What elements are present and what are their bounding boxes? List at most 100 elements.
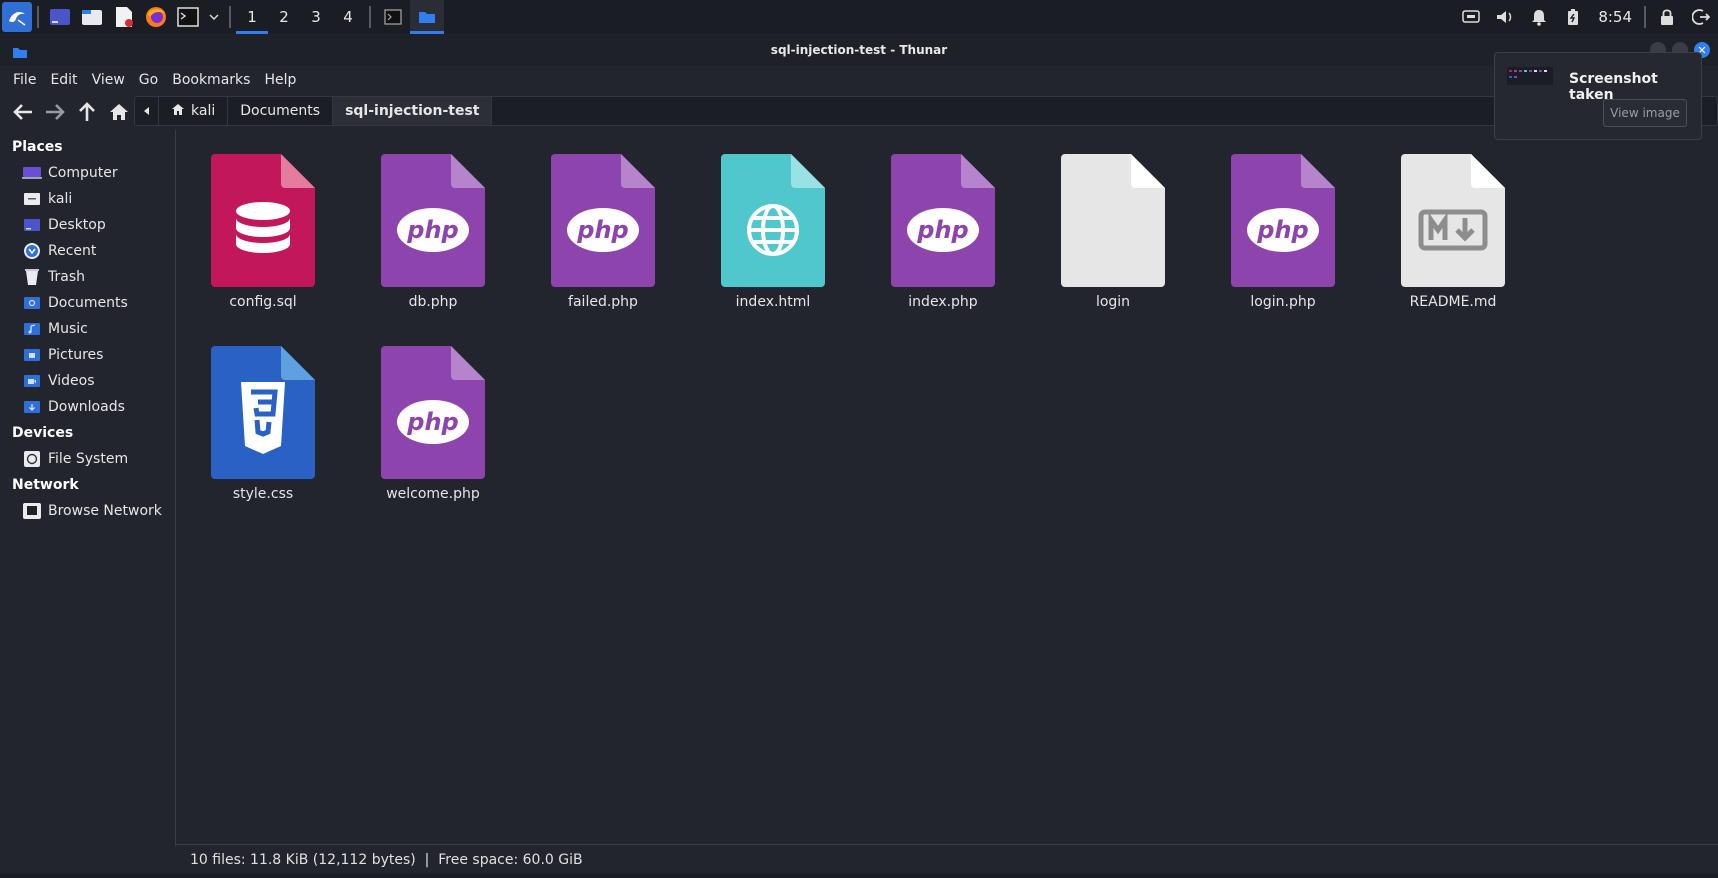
lock-icon[interactable] [1650, 0, 1684, 34]
desktop-folder-icon [22, 217, 42, 233]
up-button[interactable] [72, 97, 102, 127]
menu-edit[interactable]: Edit [43, 72, 84, 88]
svg-text:php: php [406, 408, 458, 436]
file-name: index.php [908, 294, 978, 310]
text-editor-icon[interactable] [111, 4, 137, 30]
forward-button[interactable] [40, 97, 70, 127]
svg-text:php: php [406, 216, 458, 244]
window-title: sql-injection-test - Thunar [770, 43, 948, 57]
menu-view[interactable]: View [85, 72, 132, 88]
back-button[interactable] [8, 97, 38, 127]
file-item-index-php[interactable]: php index.php [863, 130, 1023, 310]
folder-icon [12, 44, 28, 63]
terminal-icon[interactable] [175, 4, 201, 30]
battery-icon[interactable] [1556, 0, 1590, 34]
file-item-config-sql[interactable]: config.sql [183, 130, 343, 310]
sidebar-item-documents[interactable]: Documents [0, 290, 175, 316]
taskbar-thunar[interactable] [410, 0, 444, 34]
trash-icon [22, 269, 42, 285]
sidebar-item-label: Pictures [48, 347, 104, 363]
sidebar-item-kali[interactable]: kali [0, 186, 175, 212]
firefox-icon[interactable] [143, 4, 169, 30]
crumb-sql-injection-test[interactable]: sql-injection-test [333, 97, 493, 125]
notifications-icon[interactable] [1522, 0, 1556, 34]
kali-menu-icon[interactable] [2, 2, 32, 32]
sidebar-item-label: Trash [48, 269, 85, 285]
home-folder-icon [22, 191, 42, 207]
php-file-icon: php [891, 154, 995, 287]
sidebar-item-label: File System [48, 451, 129, 467]
volume-icon[interactable] [1488, 0, 1522, 34]
menu-bookmarks[interactable]: Bookmarks [165, 72, 257, 88]
file-item-failed-php[interactable]: php failed.php [523, 130, 683, 310]
sidebar-item-desktop[interactable]: Desktop [0, 212, 175, 238]
taskbar-terminal[interactable] [376, 0, 410, 34]
file-name: config.sql [229, 294, 297, 310]
display-icon[interactable] [1454, 0, 1488, 34]
menu-go[interactable]: Go [132, 72, 165, 88]
sidebar-item-label: kali [48, 191, 73, 207]
show-desktop-icon[interactable] [47, 4, 73, 30]
file-grid: config.sql php db.php php failed.php ind… [176, 130, 1718, 842]
documents-folder-icon [22, 295, 42, 311]
sidebar-item-downloads[interactable]: Downloads [0, 394, 175, 420]
svg-text:php: php [916, 216, 968, 244]
file-name: failed.php [568, 294, 638, 310]
sidebar-item-label: Recent [48, 243, 97, 259]
menu-file[interactable]: File [6, 72, 43, 88]
sidebar-item-label: Browse Network [48, 503, 162, 519]
file-item-style-css[interactable]: style.css [183, 322, 343, 502]
file-item-index-html[interactable]: index.html [693, 130, 853, 310]
places-heading: Places [12, 139, 63, 155]
file-item-login[interactable]: login [1033, 130, 1193, 310]
crumb-label: kali [191, 103, 216, 119]
toolbar: kali Documents sql-injection-test [0, 94, 1718, 130]
home-icon [171, 103, 185, 120]
window-bottom-edge [0, 874, 1718, 878]
sidebar-item-videos[interactable]: Videos [0, 368, 175, 394]
file-item-welcome-php[interactable]: php welcome.php [353, 322, 513, 502]
sidebar-item-label: Downloads [48, 399, 125, 415]
crumb-kali[interactable]: kali [159, 97, 229, 125]
window-titlebar[interactable]: sql-injection-test - Thunar ✕ [0, 34, 1718, 66]
view-image-button[interactable]: View image [1603, 99, 1687, 127]
videos-folder-icon [22, 373, 42, 389]
file-name: login.php [1250, 294, 1316, 310]
screenshot-notification[interactable]: Screenshot taken View image [1494, 52, 1702, 140]
file-item-readme-md[interactable]: README.md [1373, 130, 1533, 310]
logout-icon[interactable] [1684, 0, 1718, 34]
home-button[interactable] [104, 97, 134, 127]
panel-separator [37, 6, 39, 28]
sidebar-item-pictures[interactable]: Pictures [0, 342, 175, 368]
clock[interactable]: 8:54 [1590, 8, 1640, 26]
sidebar-item-label: Videos [48, 373, 95, 389]
workspace-2[interactable]: 2 [268, 0, 300, 34]
network-heading: Network [12, 477, 79, 493]
chevron-down-icon[interactable] [207, 4, 221, 30]
workspace-3[interactable]: 3 [300, 0, 332, 34]
svg-text:php: php [576, 216, 628, 244]
pictures-folder-icon [22, 347, 42, 363]
html-file-icon [721, 154, 825, 287]
css-file-icon [211, 346, 315, 479]
sidebar-item-recent[interactable]: Recent [0, 238, 175, 264]
sidebar-item-music[interactable]: Music [0, 316, 175, 342]
drive-icon [22, 451, 42, 467]
file-item-db-php[interactable]: php db.php [353, 130, 513, 310]
top-panel: 1 2 3 4 8:54 [0, 0, 1718, 34]
file-item-login-php[interactable]: php login.php [1203, 130, 1363, 310]
workspace-4[interactable]: 4 [332, 0, 364, 34]
php-file-icon: php [551, 154, 655, 287]
sidebar-item-computer[interactable]: Computer [0, 160, 175, 186]
sidebar-item-file-system[interactable]: File System [0, 446, 175, 472]
downloads-folder-icon [22, 399, 42, 415]
php-file-icon: php [381, 154, 485, 287]
workspace-1[interactable]: 1 [236, 0, 268, 34]
file-name: db.php [408, 294, 458, 310]
sidebar-item-trash[interactable]: Trash [0, 264, 175, 290]
file-manager-icon[interactable] [79, 4, 105, 30]
sidebar-item-browse-network[interactable]: Browse Network [0, 498, 175, 524]
crumb-documents[interactable]: Documents [228, 97, 334, 125]
menu-help[interactable]: Help [257, 72, 303, 88]
chevron-left-icon[interactable] [135, 97, 159, 125]
